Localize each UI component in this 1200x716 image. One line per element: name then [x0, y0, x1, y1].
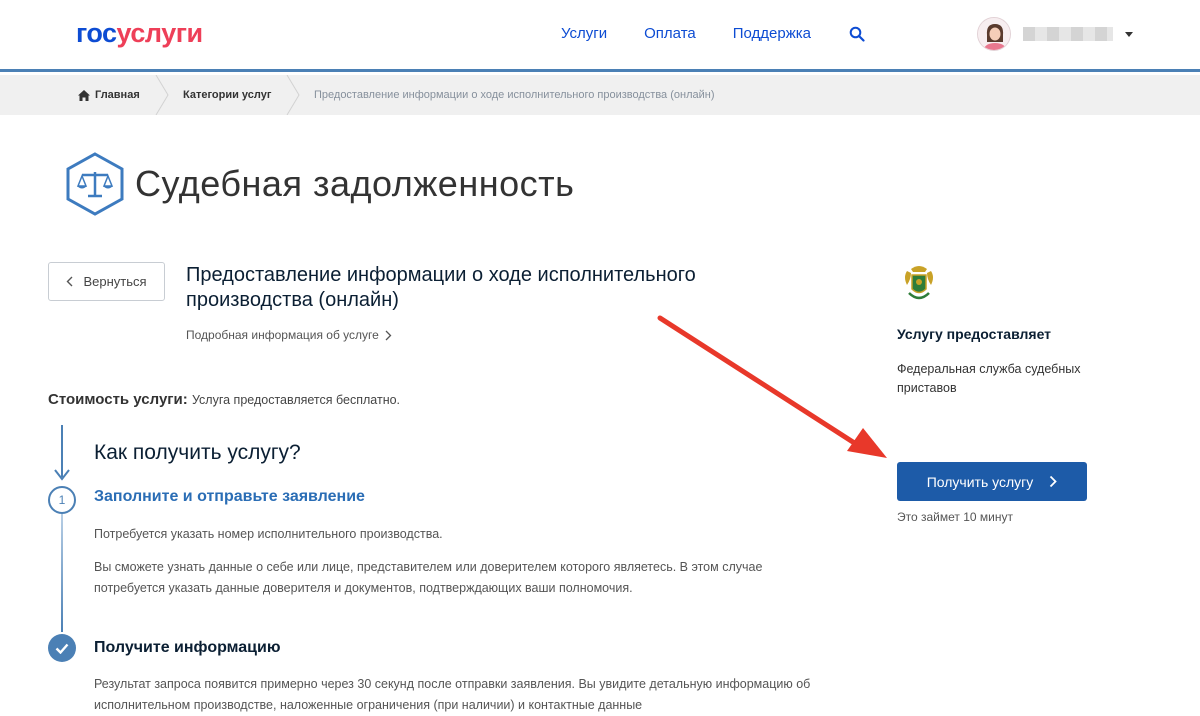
gosuslugi-logo[interactable]: госуслуги	[76, 18, 203, 49]
nav-services[interactable]: Услуги	[561, 25, 607, 42]
site-header: госуслуги Услуги Оплата Поддержка	[0, 0, 1200, 72]
service-cost: Стоимость услуги: Услуга предоставляется…	[48, 391, 400, 408]
nav-support[interactable]: Поддержка	[733, 25, 811, 42]
cost-label: Стоимость услуги:	[48, 391, 188, 408]
chevron-right-icon	[1050, 475, 1058, 488]
cost-value: Услуга предоставляется бесплатно.	[191, 393, 401, 407]
chevron-right-icon	[385, 330, 392, 340]
fssp-emblem-icon	[905, 266, 933, 300]
chevron-down-icon[interactable]	[1125, 31, 1133, 37]
back-button[interactable]: Вернуться	[48, 262, 165, 301]
breadcrumb-current: Предоставление информации о ходе исполни…	[314, 89, 715, 101]
provider-name: Федеральная служба судебных приставов	[897, 362, 1081, 395]
breadcrumb-separator-icon	[286, 75, 300, 115]
duration-note: Это займет 10 минут	[897, 510, 1013, 524]
step-2-text: Результат запроса появится примерно чере…	[94, 677, 811, 712]
step-1-text-extra: Вы сможете узнать данные о себе или лице…	[94, 560, 763, 595]
service-title: Предоставление информации о ходе исполни…	[186, 264, 696, 311]
avatar[interactable]	[977, 17, 1011, 51]
checkmark-icon	[55, 643, 69, 654]
main-nav: Услуги Оплата Поддержка	[561, 25, 865, 42]
breadcrumb-categories[interactable]: Категории услуг	[183, 75, 271, 115]
how-to-get-heading: Как получить услугу?	[94, 441, 301, 464]
provider-label: Услугу предоставляет	[897, 326, 1052, 342]
breadcrumb: Главная Категории услуг Предоставление и…	[0, 75, 1200, 115]
user-menu[interactable]	[977, 17, 1133, 51]
breadcrumb-home[interactable]: Главная	[78, 75, 140, 115]
step-2-marker	[48, 634, 76, 662]
logo-gos-part: гос	[76, 18, 117, 48]
search-icon[interactable]	[849, 26, 865, 42]
home-icon	[78, 89, 90, 101]
breadcrumb-home-label: Главная	[95, 89, 140, 101]
step-1-marker: 1	[48, 486, 76, 514]
step-2-title: Получите информацию	[94, 639, 281, 656]
timeline-line	[61, 514, 63, 632]
scales-of-justice-icon	[66, 152, 124, 216]
logo-uslugi-part: услуги	[116, 18, 204, 48]
service-details-link[interactable]: Подробная информация об услуге	[186, 328, 392, 342]
arrow-down-icon	[54, 469, 70, 481]
step-1-title: Заполните и отправьте заявление	[94, 488, 365, 505]
get-service-button[interactable]: Получить услугу	[897, 462, 1087, 501]
back-button-label: Вернуться	[83, 274, 147, 289]
service-details-label: Подробная информация об услуге	[186, 328, 379, 342]
step-1-text: Потребуется указать номер исполнительног…	[94, 527, 443, 541]
user-avatar-icon	[978, 18, 1010, 50]
breadcrumb-separator-icon	[155, 75, 169, 115]
username-blurred	[1023, 27, 1113, 41]
page-title: Судебная задолженность	[135, 163, 575, 204]
chevron-left-icon	[66, 276, 73, 287]
nav-payment[interactable]: Оплата	[644, 25, 696, 42]
get-service-label: Получить услугу	[926, 473, 1034, 490]
